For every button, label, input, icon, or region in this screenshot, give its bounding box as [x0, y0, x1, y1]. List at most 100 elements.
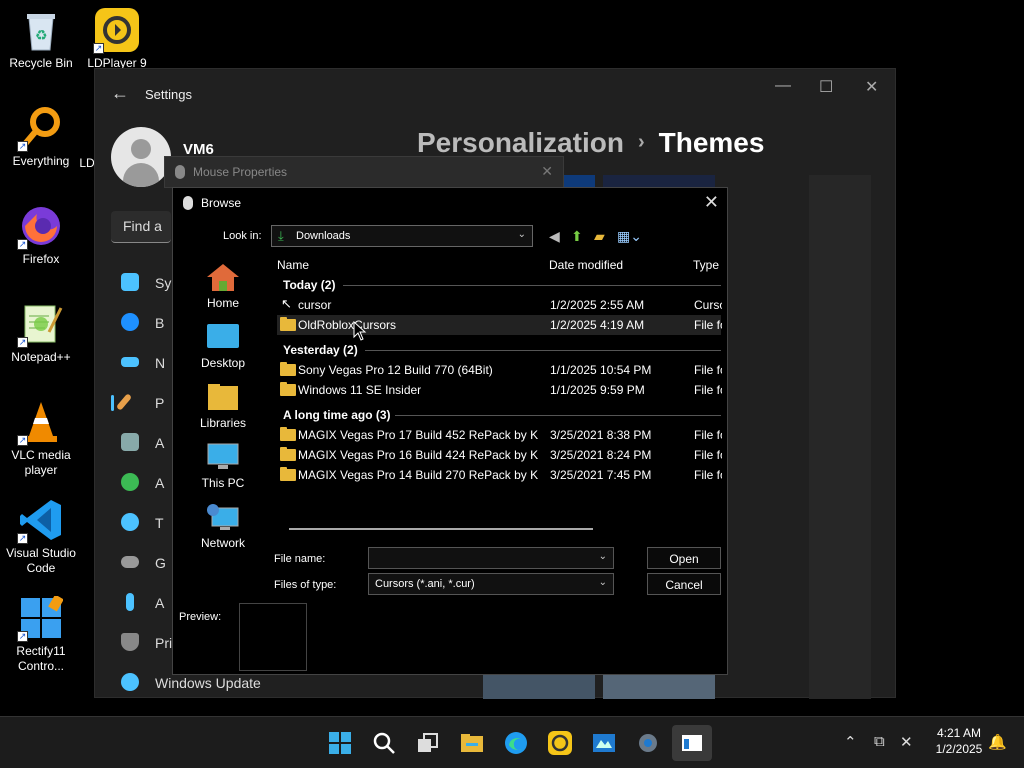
new-folder-icon[interactable]: ▰ [594, 228, 605, 245]
back-history-icon[interactable]: ◀ [549, 228, 560, 245]
group-header[interactable]: Today (2) [283, 278, 335, 292]
notepad-plus-plus-icon: ↗ [17, 302, 63, 348]
place-this-pc[interactable]: This PC [193, 442, 253, 490]
desktop-icon-everything[interactable]: ↗ Everything [0, 106, 82, 169]
column-header-name[interactable]: Name [277, 258, 309, 272]
column-header-date[interactable]: Date modified [549, 258, 623, 272]
network-status-icon[interactable]: ⧉ [874, 733, 885, 750]
task-view-button[interactable] [408, 725, 448, 761]
maximize-icon[interactable]: ☐ [819, 77, 833, 97]
mouse-properties-title: Mouse Properties [193, 165, 288, 179]
desktop-icon-label: Recycle Bin [9, 56, 73, 70]
view-menu-icon[interactable]: ▦⌄ [617, 228, 642, 245]
file-type: Curso [694, 298, 722, 312]
breadcrumb-parent[interactable]: Personalization [417, 127, 624, 158]
group-header[interactable]: Yesterday (2) [283, 343, 358, 357]
chevron-down-icon[interactable]: ⌄ [599, 551, 607, 562]
theme-preview-4[interactable] [603, 675, 715, 699]
nav-item-label: G [155, 555, 166, 571]
shortcut-arrow-icon: ↗ [17, 337, 28, 348]
desktop-icon-vscode[interactable]: ↗ Visual Studio Code [0, 498, 82, 576]
ldplayer-button[interactable] [540, 725, 580, 761]
nav-item-label: P [155, 395, 165, 411]
windows-start-icon [329, 732, 351, 754]
column-header-type[interactable]: Type [693, 258, 719, 272]
close-icon[interactable]: ✕ [704, 192, 719, 213]
edge-button[interactable] [496, 725, 536, 761]
horizontal-scrollbar[interactable] [289, 528, 593, 530]
notification-bell-icon[interactable]: 🔔 [988, 733, 1007, 751]
settings-button[interactable] [628, 725, 668, 761]
desktop-icon-label: Rectify11 Contro... [16, 644, 66, 673]
desktop-icon-notepadpp[interactable]: ↗ Notepad++ [0, 302, 82, 365]
file-name: cursor [298, 298, 332, 312]
minimize-icon[interactable]: — [775, 77, 791, 95]
place-desktop[interactable]: Desktop [193, 322, 253, 370]
file-name: Windows 11 SE Insider [298, 383, 422, 397]
up-folder-icon[interactable]: ⬆ [571, 228, 583, 245]
shortcut-arrow-icon: ↗ [17, 435, 28, 446]
file-date: 3/25/2021 8:38 PM [550, 428, 652, 442]
desktop-icon-vlc[interactable]: ↗ VLC media player [0, 400, 82, 478]
back-arrow-icon[interactable]: ← [111, 83, 129, 104]
desktop-icon-ldplayer[interactable]: ↗ LDPlayer 9 [76, 8, 158, 71]
start-button[interactable] [320, 725, 360, 761]
file-row[interactable]: Windows 11 SE Insider 1/1/2025 9:59 PM F… [277, 380, 722, 400]
group-divider [395, 415, 721, 416]
avatar-head-shape [131, 139, 151, 159]
vm-app-button[interactable] [584, 725, 624, 761]
ldplayer-icon [548, 731, 572, 755]
desktop-icon-recycle-bin[interactable]: ♻ Recycle Bin [0, 8, 82, 71]
settings-titlebar[interactable]: ← Settings — ☐ ✕ [95, 69, 895, 119]
place-label: Libraries [199, 416, 247, 430]
place-label: Desktop [200, 356, 246, 370]
place-libraries[interactable]: Libraries [193, 382, 253, 430]
file-row[interactable]: MAGIX Vegas Pro 16 Build 424 RePack by K… [277, 445, 722, 465]
file-row[interactable]: ↖ cursor 1/2/2025 2:55 AM Curso [277, 295, 722, 315]
file-explorer-icon [461, 734, 483, 752]
file-explorer-button[interactable] [452, 725, 492, 761]
chevron-up-icon[interactable]: ⌃ [844, 733, 857, 751]
mouse-pointer-icon [353, 321, 367, 341]
file-row[interactable]: OldRobloxCursors 1/2/2025 4:19 AM File f… [277, 315, 722, 335]
volume-muted-icon[interactable]: ✕ [900, 733, 913, 751]
file-row[interactable]: Sony Vegas Pro 12 Build 770 (64Bit) 1/1/… [277, 360, 722, 380]
file-row[interactable]: MAGIX Vegas Pro 17 Build 452 RePack by K… [277, 425, 722, 445]
place-home[interactable]: Home [193, 262, 253, 310]
system-clock[interactable]: 4:21 AM 1/2/2025 [926, 725, 992, 757]
file-name-input[interactable]: ⌄ [368, 547, 614, 569]
file-date: 1/2/2025 2:55 AM [550, 298, 645, 312]
theme-preview-3[interactable] [483, 675, 595, 699]
home-icon [206, 262, 240, 292]
cancel-button[interactable]: Cancel [647, 573, 721, 595]
group-header[interactable]: A long time ago (3) [283, 408, 391, 422]
look-in-label: Look in: [223, 230, 262, 242]
mouse-properties-window[interactable]: Mouse Properties ✕ [164, 156, 564, 188]
close-icon[interactable]: ✕ [541, 163, 553, 180]
look-in-dropdown[interactable]: ⤓ Downloads ⌄ [271, 225, 533, 247]
accessibility-icon [126, 593, 134, 611]
desktop-icon-label: Everything [12, 154, 70, 168]
open-button[interactable]: Open [647, 547, 721, 569]
settings-search-input[interactable]: Find a [111, 211, 171, 243]
desktop-icon-firefox[interactable]: ↗ Firefox [0, 204, 82, 267]
files-of-type-select[interactable]: Cursors (*.ani, *.cur) ⌄ [368, 573, 614, 595]
file-type: File fo [694, 468, 722, 482]
file-row[interactable]: MAGIX Vegas Pro 14 Build 270 RePack by K… [277, 465, 722, 485]
desktop-icon-rectify11[interactable]: ↗ Rectify11 Contro... [0, 594, 82, 674]
folder-icon [280, 447, 296, 461]
close-icon[interactable]: ✕ [865, 77, 878, 97]
nav-item-label: Sy [155, 275, 172, 291]
file-type: File fo [694, 383, 722, 397]
file-name: MAGIX Vegas Pro 17 Build 452 RePack by K… [298, 428, 538, 442]
bluetooth-icon [121, 313, 139, 331]
avatar[interactable] [111, 127, 171, 187]
active-window-button[interactable] [672, 725, 712, 761]
vlc-cone-icon: ↗ [17, 400, 63, 446]
chevron-down-icon: ⌄ [517, 229, 526, 240]
place-network[interactable]: Network [193, 502, 253, 550]
place-label: Network [200, 536, 245, 550]
taskbar-search-button[interactable] [364, 725, 404, 761]
cursor-file-icon: ↖ [281, 296, 292, 311]
file-date: 1/1/2025 9:59 PM [550, 383, 645, 397]
